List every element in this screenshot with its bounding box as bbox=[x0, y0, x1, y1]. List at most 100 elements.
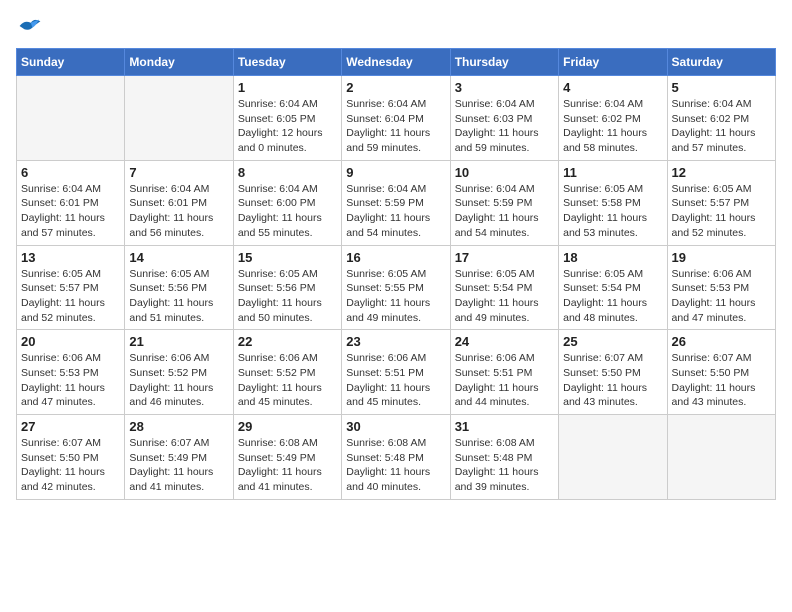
day-number: 24 bbox=[455, 334, 554, 349]
weekday-header-wednesday: Wednesday bbox=[342, 49, 450, 76]
weekday-header-monday: Monday bbox=[125, 49, 233, 76]
day-info: Sunrise: 6:05 AM Sunset: 5:56 PM Dayligh… bbox=[129, 267, 228, 326]
day-info: Sunrise: 6:08 AM Sunset: 5:48 PM Dayligh… bbox=[455, 436, 554, 495]
logo bbox=[16, 16, 42, 36]
logo-bird-icon bbox=[18, 16, 42, 36]
calendar-cell: 9Sunrise: 6:04 AM Sunset: 5:59 PM Daylig… bbox=[342, 160, 450, 245]
calendar-cell: 15 Sunrise: 6:05 AM Sunset: 5:56 PM Dayli… bbox=[233, 245, 341, 330]
day-number: 1 bbox=[238, 80, 337, 95]
calendar-cell: 12 Sunrise: 6:05 AM Sunset: 5:57 PM Dayli… bbox=[667, 160, 775, 245]
calendar-cell: 14 Sunrise: 6:05 AM Sunset: 5:56 PM Dayli… bbox=[125, 245, 233, 330]
day-number: 26 bbox=[672, 334, 771, 349]
calendar-cell: 19 Sunrise: 6:06 AM Sunset: 5:53 PM Dayli… bbox=[667, 245, 775, 330]
day-info: Sunrise: 6:05 AM Sunset: 5:54 PM Dayligh… bbox=[563, 267, 662, 326]
day-number: 16 bbox=[346, 250, 445, 265]
day-info: Sunrise: 6:05 AM Sunset: 5:55 PM Dayligh… bbox=[346, 267, 445, 326]
day-info: Sunrise: 6:05 AM Sunset: 5:57 PM Dayligh… bbox=[21, 267, 120, 326]
calendar-cell: 24 Sunrise: 6:06 AM Sunset: 5:51 PM Dayli… bbox=[450, 330, 558, 415]
day-number: 25 bbox=[563, 334, 662, 349]
day-info: Sunrise: 6:06 AM Sunset: 5:52 PM Dayligh… bbox=[129, 351, 228, 410]
calendar-week-4: 20 Sunrise: 6:06 AM Sunset: 5:53 PM Dayli… bbox=[17, 330, 776, 415]
day-info: Sunrise: 6:07 AM Sunset: 5:50 PM Dayligh… bbox=[21, 436, 120, 495]
day-info: Sunrise: 6:06 AM Sunset: 5:51 PM Dayligh… bbox=[346, 351, 445, 410]
day-info: Sunrise: 6:08 AM Sunset: 5:48 PM Dayligh… bbox=[346, 436, 445, 495]
day-info: Sunrise: 6:04 AM Sunset: 6:03 PM Dayligh… bbox=[455, 97, 554, 156]
calendar-cell: 4 Sunrise: 6:04 AM Sunset: 6:02 PM Daylig… bbox=[559, 76, 667, 161]
day-number: 19 bbox=[672, 250, 771, 265]
calendar-cell: 7Sunrise: 6:04 AM Sunset: 6:01 PM Daylig… bbox=[125, 160, 233, 245]
day-number: 12 bbox=[672, 165, 771, 180]
day-info: Sunrise: 6:07 AM Sunset: 5:50 PM Dayligh… bbox=[563, 351, 662, 410]
weekday-header-thursday: Thursday bbox=[450, 49, 558, 76]
calendar-cell: 8Sunrise: 6:04 AM Sunset: 6:00 PM Daylig… bbox=[233, 160, 341, 245]
day-info: Sunrise: 6:05 AM Sunset: 5:57 PM Dayligh… bbox=[672, 182, 771, 241]
calendar-cell bbox=[17, 76, 125, 161]
calendar-cell: 27 Sunrise: 6:07 AM Sunset: 5:50 PM Dayli… bbox=[17, 415, 125, 500]
day-number: 9 bbox=[346, 165, 445, 180]
calendar-cell: 16 Sunrise: 6:05 AM Sunset: 5:55 PM Dayli… bbox=[342, 245, 450, 330]
day-number: 31 bbox=[455, 419, 554, 434]
calendar-week-1: 1 Sunrise: 6:04 AM Sunset: 6:05 PM Daylig… bbox=[17, 76, 776, 161]
calendar-cell: 26Sunrise: 6:07 AM Sunset: 5:50 PM Dayli… bbox=[667, 330, 775, 415]
weekday-header-sunday: Sunday bbox=[17, 49, 125, 76]
day-number: 3 bbox=[455, 80, 554, 95]
day-info: Sunrise: 6:06 AM Sunset: 5:53 PM Dayligh… bbox=[21, 351, 120, 410]
weekday-header-friday: Friday bbox=[559, 49, 667, 76]
day-number: 28 bbox=[129, 419, 228, 434]
day-info: Sunrise: 6:04 AM Sunset: 6:01 PM Dayligh… bbox=[21, 182, 120, 241]
day-info: Sunrise: 6:04 AM Sunset: 5:59 PM Dayligh… bbox=[455, 182, 554, 241]
calendar-cell: 25 Sunrise: 6:07 AM Sunset: 5:50 PM Dayli… bbox=[559, 330, 667, 415]
day-number: 27 bbox=[21, 419, 120, 434]
calendar-table: SundayMondayTuesdayWednesdayThursdayFrid… bbox=[16, 48, 776, 500]
calendar-cell: 17Sunrise: 6:05 AM Sunset: 5:54 PM Dayli… bbox=[450, 245, 558, 330]
day-info: Sunrise: 6:04 AM Sunset: 6:04 PM Dayligh… bbox=[346, 97, 445, 156]
day-info: Sunrise: 6:04 AM Sunset: 6:01 PM Dayligh… bbox=[129, 182, 228, 241]
calendar-cell: 10 Sunrise: 6:04 AM Sunset: 5:59 PM Dayli… bbox=[450, 160, 558, 245]
calendar-cell: 28 Sunrise: 6:07 AM Sunset: 5:49 PM Dayli… bbox=[125, 415, 233, 500]
day-number: 17 bbox=[455, 250, 554, 265]
day-number: 8 bbox=[238, 165, 337, 180]
day-number: 13 bbox=[21, 250, 120, 265]
calendar-cell: 22Sunrise: 6:06 AM Sunset: 5:52 PM Dayli… bbox=[233, 330, 341, 415]
day-info: Sunrise: 6:04 AM Sunset: 6:02 PM Dayligh… bbox=[672, 97, 771, 156]
day-info: Sunrise: 6:06 AM Sunset: 5:51 PM Dayligh… bbox=[455, 351, 554, 410]
day-number: 18 bbox=[563, 250, 662, 265]
calendar-week-2: 6 Sunrise: 6:04 AM Sunset: 6:01 PM Daylig… bbox=[17, 160, 776, 245]
day-info: Sunrise: 6:08 AM Sunset: 5:49 PM Dayligh… bbox=[238, 436, 337, 495]
day-number: 14 bbox=[129, 250, 228, 265]
calendar-cell: 30Sunrise: 6:08 AM Sunset: 5:48 PM Dayli… bbox=[342, 415, 450, 500]
day-info: Sunrise: 6:05 AM Sunset: 5:56 PM Dayligh… bbox=[238, 267, 337, 326]
calendar-week-3: 13 Sunrise: 6:05 AM Sunset: 5:57 PM Dayli… bbox=[17, 245, 776, 330]
day-number: 6 bbox=[21, 165, 120, 180]
calendar-cell: 11Sunrise: 6:05 AM Sunset: 5:58 PM Dayli… bbox=[559, 160, 667, 245]
day-info: Sunrise: 6:04 AM Sunset: 6:05 PM Dayligh… bbox=[238, 97, 337, 156]
day-number: 4 bbox=[563, 80, 662, 95]
day-number: 2 bbox=[346, 80, 445, 95]
calendar-cell bbox=[125, 76, 233, 161]
day-number: 5 bbox=[672, 80, 771, 95]
day-number: 20 bbox=[21, 334, 120, 349]
calendar-cell: 20 Sunrise: 6:06 AM Sunset: 5:53 PM Dayli… bbox=[17, 330, 125, 415]
calendar-cell: 6 Sunrise: 6:04 AM Sunset: 6:01 PM Daylig… bbox=[17, 160, 125, 245]
day-info: Sunrise: 6:06 AM Sunset: 5:52 PM Dayligh… bbox=[238, 351, 337, 410]
page-header bbox=[16, 16, 776, 36]
calendar-cell bbox=[667, 415, 775, 500]
day-number: 10 bbox=[455, 165, 554, 180]
weekday-header-row: SundayMondayTuesdayWednesdayThursdayFrid… bbox=[17, 49, 776, 76]
day-info: Sunrise: 6:07 AM Sunset: 5:49 PM Dayligh… bbox=[129, 436, 228, 495]
day-info: Sunrise: 6:06 AM Sunset: 5:53 PM Dayligh… bbox=[672, 267, 771, 326]
weekday-header-tuesday: Tuesday bbox=[233, 49, 341, 76]
calendar-week-5: 27 Sunrise: 6:07 AM Sunset: 5:50 PM Dayli… bbox=[17, 415, 776, 500]
calendar-cell: 2 Sunrise: 6:04 AM Sunset: 6:04 PM Daylig… bbox=[342, 76, 450, 161]
calendar-cell bbox=[559, 415, 667, 500]
day-number: 21 bbox=[129, 334, 228, 349]
day-number: 29 bbox=[238, 419, 337, 434]
calendar-cell: 3 Sunrise: 6:04 AM Sunset: 6:03 PM Daylig… bbox=[450, 76, 558, 161]
calendar-cell: 23Sunrise: 6:06 AM Sunset: 5:51 PM Dayli… bbox=[342, 330, 450, 415]
day-number: 15 bbox=[238, 250, 337, 265]
day-info: Sunrise: 6:04 AM Sunset: 6:02 PM Dayligh… bbox=[563, 97, 662, 156]
calendar-cell: 1 Sunrise: 6:04 AM Sunset: 6:05 PM Daylig… bbox=[233, 76, 341, 161]
weekday-header-saturday: Saturday bbox=[667, 49, 775, 76]
day-number: 11 bbox=[563, 165, 662, 180]
calendar-cell: 29 Sunrise: 6:08 AM Sunset: 5:49 PM Dayli… bbox=[233, 415, 341, 500]
